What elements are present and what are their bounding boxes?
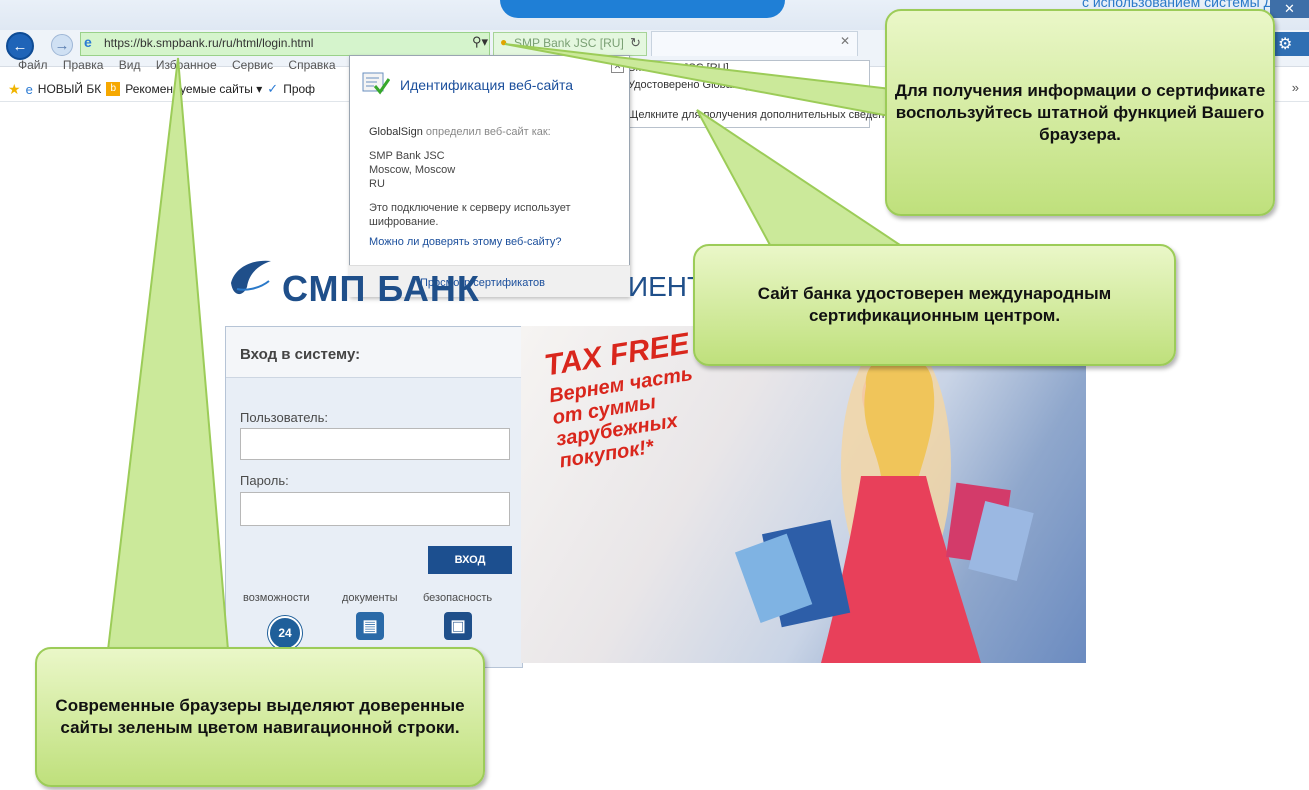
callout-site-certified: Сайт банка удостоверен международным сер… [693, 244, 1176, 366]
callout-certificate-info: Для получения информации о сертификате в… [885, 9, 1275, 216]
pointer-browsers-green [106, 57, 230, 651]
pointer-certificate-info [504, 43, 901, 120]
pointer-site-certified [696, 109, 904, 246]
callout-browsers-green: Современные браузеры выделяют доверенные… [35, 647, 485, 787]
